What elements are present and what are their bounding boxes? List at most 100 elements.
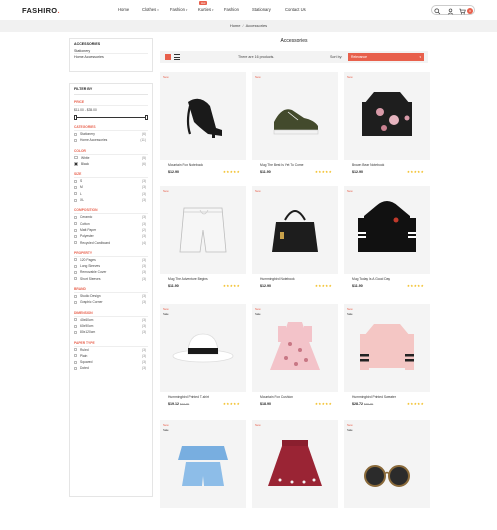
product-name[interactable]: Hummingbird Printed Sweater bbox=[352, 395, 396, 399]
product-card[interactable]: New Sale Hummingbird Printed T-shirt $19.12… bbox=[160, 304, 246, 414]
nav-item-stationary[interactable]: Stationary bbox=[252, 7, 271, 12]
checkbox[interactable] bbox=[74, 234, 77, 238]
checkbox[interactable] bbox=[74, 324, 77, 328]
sort-select[interactable]: Relevance ▾ bbox=[348, 53, 424, 61]
skirt-icon bbox=[268, 440, 322, 486]
category-link-home-accessories[interactable]: Home Accessories bbox=[74, 54, 148, 60]
product-name[interactable]: Hummingbird Notebook bbox=[260, 277, 295, 281]
user-icon[interactable] bbox=[447, 8, 454, 15]
product-name[interactable]: Mug The Adventure Begins bbox=[168, 277, 208, 281]
grid-view-icon[interactable] bbox=[165, 54, 171, 60]
product-name[interactable]: Mountain Fox Cushion bbox=[260, 395, 293, 399]
product-card[interactable]: New Sale bbox=[344, 420, 430, 530]
product-card[interactable]: New Brown Bear Notebook $12.90 ★★★★★ bbox=[344, 72, 430, 182]
checkbox[interactable] bbox=[74, 186, 77, 190]
filter-option[interactable]: Recycled Cardboard (4) bbox=[74, 240, 148, 246]
filter-option-count: (4) bbox=[141, 240, 146, 245]
product-name[interactable]: Mountain Fox Notebook bbox=[168, 163, 203, 167]
product-card[interactable]: New Hummingbird Notebook $12.90 ★★★★★ bbox=[252, 186, 338, 296]
checkbox[interactable] bbox=[74, 179, 77, 183]
product-card[interactable]: New Sale bbox=[160, 420, 246, 530]
product-image[interactable]: New bbox=[344, 72, 430, 160]
product-image[interactable]: New bbox=[344, 186, 430, 274]
filter-option[interactable]: Doted (3) bbox=[74, 365, 148, 371]
search-icon[interactable] bbox=[434, 7, 441, 15]
product-image[interactable]: New Sale bbox=[344, 304, 430, 392]
product-name[interactable]: Mug Today Is A Good Day bbox=[352, 277, 390, 281]
star-rating: ★★★★★ bbox=[314, 170, 332, 174]
checkbox[interactable] bbox=[74, 348, 77, 352]
product-name[interactable]: Mug The Best Is Yet To Come bbox=[260, 163, 304, 167]
product-image[interactable]: New Sale bbox=[160, 420, 246, 508]
filter-option-count: (3) bbox=[141, 300, 146, 305]
checkbox[interactable] bbox=[74, 258, 77, 262]
cart-icon[interactable] bbox=[459, 8, 466, 15]
nav-item-kurties[interactable]: Kurties▾ bbox=[198, 7, 214, 12]
checkbox[interactable] bbox=[74, 215, 77, 219]
checkbox[interactable] bbox=[74, 354, 77, 358]
filter-option-label: 120 Pages bbox=[80, 257, 96, 262]
filter-price-title: PRICE bbox=[74, 100, 148, 106]
nav-item-fashion-2[interactable]: Fashion bbox=[224, 7, 239, 12]
filter-option[interactable]: XL (3) bbox=[74, 197, 148, 203]
checkbox[interactable] bbox=[74, 367, 77, 371]
filter-option-label: 40x60cm bbox=[80, 317, 94, 322]
checkbox[interactable] bbox=[74, 360, 77, 364]
product-image[interactable]: New Sale bbox=[160, 304, 246, 392]
checkbox[interactable] bbox=[74, 132, 77, 136]
checkbox[interactable] bbox=[74, 198, 77, 202]
price-slider[interactable] bbox=[74, 114, 148, 120]
product-card[interactable]: New Mug Today Is A Good Day $11.90 ★★★★★ bbox=[344, 186, 430, 296]
price-slider-max-handle[interactable] bbox=[145, 114, 148, 120]
filter-option[interactable]: Short Sleeves (3) bbox=[74, 276, 148, 282]
filter-option-label: 80x120cm bbox=[80, 330, 96, 335]
filter-option-label: Short Sleeves bbox=[80, 276, 101, 281]
checkbox[interactable] bbox=[74, 138, 77, 142]
checkbox[interactable] bbox=[74, 192, 77, 196]
product-card[interactable]: New Sale Mountain Fox Cushion $18.90 ★★★★★ bbox=[252, 304, 338, 414]
filter-option[interactable]: Graphic Corner (3) bbox=[74, 299, 148, 305]
nav-item-clothes[interactable]: Clothes▾ bbox=[142, 7, 159, 12]
nav-item-home[interactable]: Home bbox=[118, 7, 129, 12]
list-view-icon[interactable] bbox=[174, 54, 180, 60]
checkbox[interactable] bbox=[74, 330, 77, 334]
site-logo[interactable]: FASHIRO. bbox=[22, 6, 60, 15]
nav-item-contact[interactable]: Contact Us bbox=[285, 7, 306, 12]
product-image[interactable]: New Sale bbox=[344, 420, 430, 508]
product-name[interactable]: Brown Bear Notebook bbox=[352, 163, 384, 167]
chevron-down-icon: ▾ bbox=[419, 55, 421, 59]
product-image[interactable]: New bbox=[160, 72, 246, 160]
product-image[interactable]: New bbox=[160, 186, 246, 274]
color-swatch-black[interactable] bbox=[74, 162, 78, 166]
filter-option[interactable]: Black (6) bbox=[74, 161, 148, 167]
product-card[interactable]: New Mug The Adventure Begins $11.90 ★★★★★ bbox=[160, 186, 246, 296]
product-image[interactable]: New Sale bbox=[252, 304, 338, 392]
checkbox[interactable] bbox=[74, 271, 77, 275]
checkbox[interactable] bbox=[74, 294, 77, 298]
product-card[interactable]: New Mug The Best Is Yet To Come $11.90 ★★★★… bbox=[252, 72, 338, 182]
filter-option[interactable]: 80x120cm (3) bbox=[74, 329, 148, 335]
product-card[interactable]: New Mountain Fox Notebook $12.90 ★★★★★ bbox=[160, 72, 246, 182]
price-slider-min-handle[interactable] bbox=[74, 114, 77, 120]
checkbox[interactable] bbox=[74, 277, 77, 281]
checkbox[interactable] bbox=[74, 300, 77, 304]
checkbox[interactable] bbox=[74, 222, 77, 226]
product-card[interactable]: New bbox=[252, 420, 338, 530]
product-price: $11.90 bbox=[352, 284, 363, 288]
nav-item-fashion[interactable]: Fashion▾ bbox=[170, 7, 187, 12]
sale-badge: Sale bbox=[163, 428, 169, 432]
filter-option[interactable]: Home Accessories (11) bbox=[74, 137, 148, 143]
product-name[interactable]: Hummingbird Printed T-shirt bbox=[168, 395, 209, 399]
product-image[interactable]: New bbox=[252, 420, 338, 508]
filter-option-label: Recycled Cardboard bbox=[80, 240, 111, 245]
color-swatch-white[interactable] bbox=[74, 155, 78, 160]
checkbox[interactable] bbox=[74, 228, 77, 232]
checkbox[interactable] bbox=[74, 241, 77, 245]
breadcrumb-home[interactable]: Home bbox=[230, 23, 241, 28]
product-image[interactable]: New bbox=[252, 186, 338, 274]
checkbox[interactable] bbox=[74, 264, 77, 268]
checkbox[interactable] bbox=[74, 318, 77, 322]
new-badge: New bbox=[163, 307, 169, 311]
product-card[interactable]: New Sale Hummingbird Printed Sweater $28.72… bbox=[344, 304, 430, 414]
product-image[interactable]: New bbox=[252, 72, 338, 160]
